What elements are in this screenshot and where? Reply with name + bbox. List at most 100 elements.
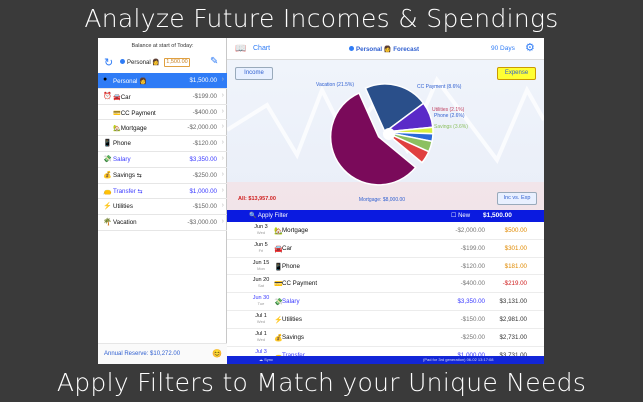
status-bar: ☁ Sync (Pad for 3rd generation) 06-02 13… (227, 356, 544, 364)
account-row[interactable]: ⏰ 🚘Car -$199.00 › (98, 89, 227, 105)
account-row[interactable]: 📱 Phone -$120.00 › (98, 136, 227, 152)
days-button[interactable]: 90 Days (491, 45, 515, 52)
transaction-amount: -$120.00 (460, 262, 485, 270)
account-amount: -$199.00 (192, 92, 217, 100)
account-row[interactable]: 💸 Salary $3,350.00 › (98, 152, 227, 168)
chart-area: Mortgage: $8,000.00 Vacation (21.5%) CC Pa… (227, 60, 544, 210)
new-button[interactable]: ☐ New (451, 212, 470, 219)
balance-label: Balance at start of Today: (131, 43, 194, 49)
running-balance: $2,731.00 (499, 333, 527, 341)
chevron-right-icon: › (221, 123, 224, 131)
forecast-title-label: Personal 👩 Forecast (356, 46, 420, 53)
transaction-row[interactable]: Jun 5 Fri 🚘 Car -$199.00 $301.00 (227, 240, 544, 258)
account-name: 💳CC Payment (113, 109, 156, 117)
edit-icon[interactable]: ✎ (210, 56, 218, 67)
transaction-amount: -$2,000.00 (455, 227, 485, 234)
account-dot-icon (120, 59, 125, 64)
account-name: Personal 👩 (113, 78, 147, 85)
account-amount: -$150.00 (192, 203, 217, 211)
pie-center (383, 128, 395, 140)
transaction-row[interactable]: Jul 1 Wed ⚡ Utilities -$150.00 $2,981.00 (227, 311, 544, 329)
transaction-name: Salary (282, 298, 300, 306)
transaction-name: Car (282, 244, 292, 252)
transaction-date: Jun 3 Wed (254, 224, 268, 235)
account-row[interactable]: 💳CC Payment -$400.00 › (98, 105, 227, 121)
chevron-right-icon: › (221, 91, 224, 99)
pie-chart: Mortgage: $8,000.00 Vacation (21.5%) CC Pa… (227, 76, 544, 210)
running-balance: $2,981.00 (499, 315, 527, 323)
pie-label-savings: Savings (3.6%) (434, 124, 468, 130)
chevron-right-icon: › (221, 139, 224, 147)
account-amount: $3,350.00 (189, 155, 217, 163)
account-selector[interactable]: Personal 👩 (120, 59, 160, 66)
account-row[interactable]: 👝 Transfer ⇆ $1,000.00 › (98, 184, 227, 200)
balance-toolbar: ↻ Personal 👩 1,500.00 ✎ (98, 55, 227, 73)
income-button[interactable]: Income (235, 67, 273, 80)
account-amount: -$3,000.00 (187, 219, 217, 227)
transaction-row[interactable]: Jun 30 Tue 💸 Salary $3,350.00 $3,131.00 (227, 293, 544, 311)
account-row[interactable]: 💰 Savings ⇆ -$250.00 › (98, 168, 227, 184)
new-label: New (458, 213, 471, 219)
account-row[interactable]: ● Personal 👩 $1,500.00 › (98, 73, 227, 89)
new-icon: ☐ (451, 213, 457, 219)
transaction-amount: $3,350.00 (457, 298, 485, 306)
device-status: (Pad for 3rd generation) 06-02 13:17:08 (423, 357, 494, 362)
forecast-title[interactable]: Personal 👩 Forecast (349, 45, 419, 53)
account-row[interactable]: ⚡ Utilities -$150.00 › (98, 199, 227, 216)
pie-label-cc-payment: CC Payment (8.6%) (417, 84, 462, 90)
apply-filter-label: Apply Filter (257, 213, 288, 219)
chevron-right-icon: › (221, 76, 224, 83)
account-icon: 💸 (103, 155, 112, 163)
account-icon: ● (103, 76, 108, 83)
chevron-right-icon: › (221, 154, 224, 162)
transaction-row[interactable]: Jul 3Fri👝Transfer$1,000.00$3,731.00 (227, 347, 544, 356)
filter-icon: 🔍 (249, 213, 257, 219)
account-name: 🚘Car (113, 93, 131, 101)
pie-label-mortgage: Mortgage: $8,000.00 (359, 197, 405, 203)
account-list: ● Personal 👩 $1,500.00 › ⏰ 🚘Car -$199.00 › 💳CC P… (98, 73, 227, 231)
chart-button[interactable]: Chart (253, 45, 270, 52)
transaction-date: Jul 3Fri (255, 348, 267, 356)
expense-button[interactable]: Expense (497, 67, 536, 80)
account-name: Transfer ⇆ (113, 187, 143, 195)
account-name: Vacation (113, 219, 137, 227)
transaction-row[interactable]: Jun 15 Mon 📱 Phone -$120.00 $181.00 (227, 258, 544, 276)
transaction-row[interactable]: Jul 1 Wed 💰 Savings -$250.00 $2,731.00 (227, 329, 544, 347)
forecast-topbar: 📖 Chart Personal 👩 Forecast 90 Days ⚙ (227, 38, 544, 60)
account-name: 🏡Mortgage (113, 125, 147, 133)
transaction-name: Savings (282, 333, 305, 341)
pie-label-phone: Phone (2.6%) (434, 113, 465, 119)
running-balance: $181.00 (504, 262, 527, 270)
transaction-date: Jun 30 Tue (252, 295, 270, 307)
transaction-date: Jul 1 Wed (255, 312, 267, 324)
smiley-icon: 😊 (212, 349, 222, 358)
gear-icon[interactable]: ⚙ (525, 41, 535, 54)
sync-status[interactable]: ☁ Sync (259, 357, 273, 362)
account-selector-label: Personal 👩 (127, 60, 160, 66)
inc-vs-exp-button[interactable]: Inc vs. Exp (497, 192, 537, 205)
account-name: Savings ⇆ (113, 171, 142, 179)
account-icon: 💰 (103, 171, 112, 179)
top-caption: Analyze Future Incomes & Spendings (84, 4, 559, 33)
transaction-date: Jun 15 Mon (252, 259, 270, 271)
ipad-screen: Balance at start of Today: ↻ Personal 👩 … (98, 38, 544, 364)
account-icon: 🌴 (103, 219, 112, 227)
transaction-amount: -$150.00 (460, 315, 485, 323)
transaction-date: Jun 20 Sat (252, 277, 270, 289)
transaction-amount: -$400.00 (460, 280, 485, 288)
account-row[interactable]: 🌴 Vacation -$3,000.00 › (98, 215, 227, 231)
refresh-icon[interactable]: ↻ (104, 56, 113, 69)
account-row[interactable]: 🏡Mortgage -$2,000.00 › (98, 120, 227, 137)
chevron-right-icon: › (221, 186, 224, 194)
chevron-right-icon: › (221, 202, 224, 210)
book-icon[interactable]: 📖 (235, 43, 246, 54)
transaction-row[interactable]: Jun 3 Wed 🏡 Mortgage -$2,000.00 $500.00 (227, 222, 544, 240)
balance-input[interactable]: 1,500.00 (164, 58, 190, 67)
transaction-name: Utilities (282, 315, 302, 323)
account-icon: 📱 (103, 140, 112, 148)
account-name: Utilities (113, 203, 133, 211)
transaction-date: Jul 1 Wed (255, 330, 267, 342)
apply-filter-button[interactable]: 🔍 Apply Filter (249, 212, 288, 219)
transaction-row[interactable]: Jun 20 Sat 💳 CC Payment -$400.00 -$219.00 (227, 275, 544, 294)
filter-balance: $1,500.00 (483, 212, 512, 219)
